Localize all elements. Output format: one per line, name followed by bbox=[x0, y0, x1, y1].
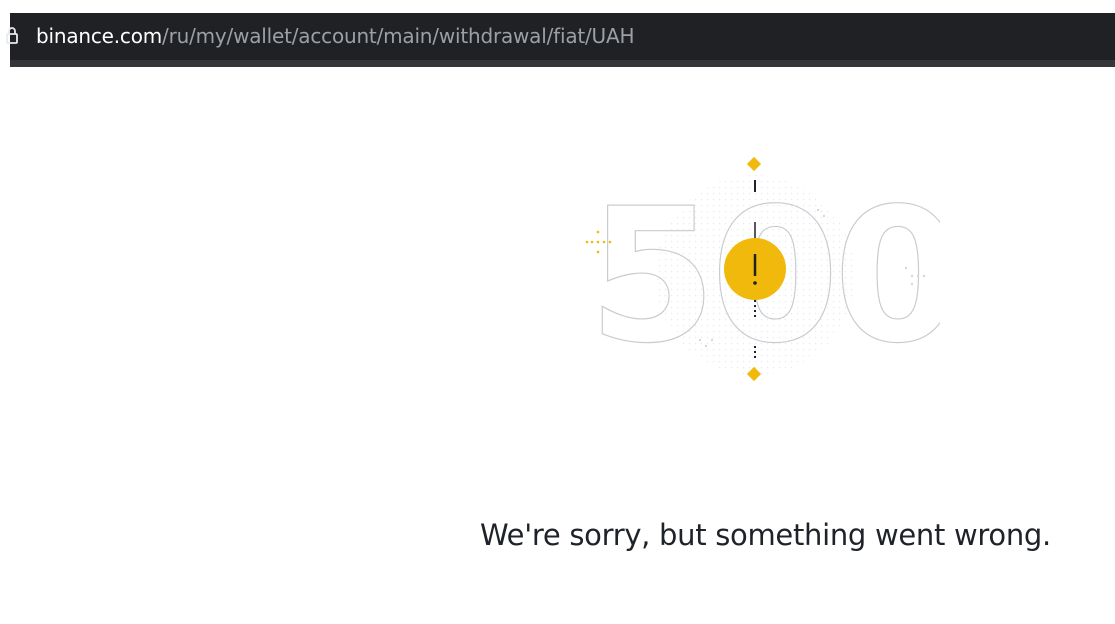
url-text[interactable]: binance.com/ru/my/wallet/account/main/wi… bbox=[36, 23, 635, 49]
error-message: We're sorry, but something went wrong. bbox=[480, 518, 1051, 552]
error-500-illustration: 500 bbox=[580, 150, 963, 390]
url-path: /ru/my/wallet/account/main/withdrawal/fi… bbox=[162, 24, 635, 48]
browser-address-bar[interactable]: binance.com/ru/my/wallet/account/main/wi… bbox=[6, 13, 1115, 67]
exclamation-dot bbox=[753, 281, 757, 285]
lock-icon[interactable] bbox=[6, 26, 18, 46]
url-domain: binance.com bbox=[36, 24, 163, 48]
